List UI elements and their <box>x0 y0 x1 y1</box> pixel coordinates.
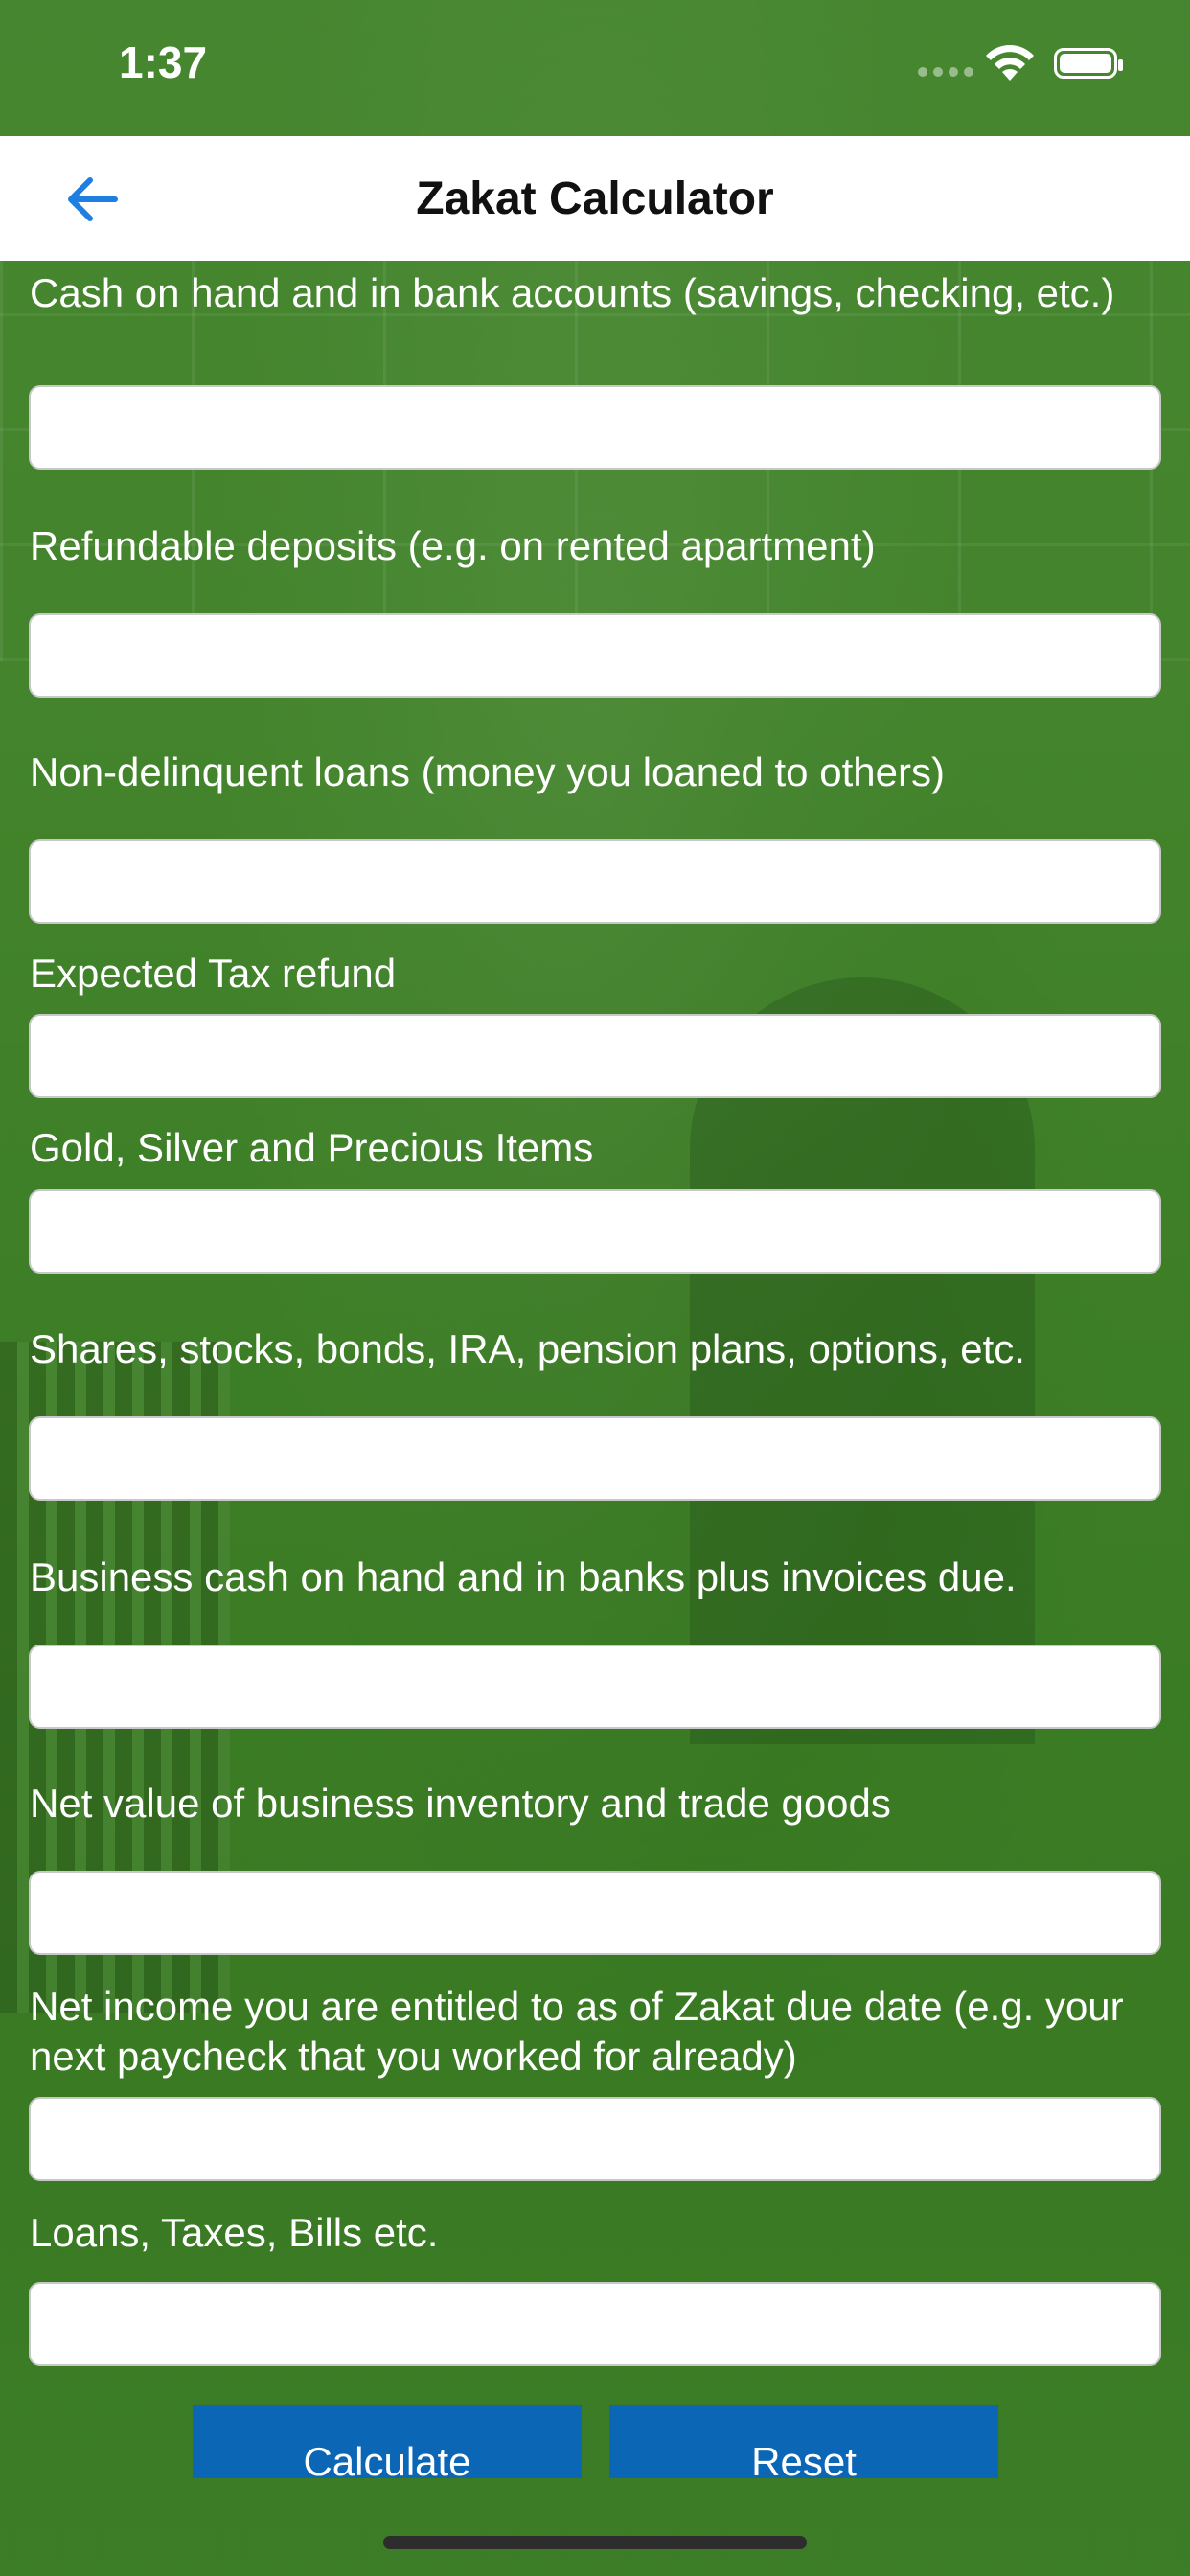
label-non-delinquent-loans: Non-delinquent loans (money you loaned t… <box>30 749 945 794</box>
cellular-signal-icon <box>918 67 973 77</box>
status-time: 1:37 <box>119 37 208 87</box>
label-business-inventory: Net value of business inventory and trad… <box>30 1781 891 1826</box>
label-net-income: Net income you are entitled to as of Zak… <box>30 1984 1124 2079</box>
label-shares-stocks: Shares, stocks, bonds, IRA, pension plan… <box>30 1326 1025 1371</box>
non-delinquent-loans-input[interactable] <box>29 840 1161 924</box>
label-loans-taxes-bills: Loans, Taxes, Bills etc. <box>30 2210 439 2255</box>
business-cash-input[interactable] <box>29 1644 1161 1729</box>
calculate-button[interactable]: Calculate <box>193 2405 582 2478</box>
label-business-cash: Business cash on hand and in banks plus … <box>30 1554 1017 1599</box>
shares-stocks-input[interactable] <box>29 1416 1161 1501</box>
business-inventory-input[interactable] <box>29 1871 1161 1955</box>
reset-button[interactable]: Reset <box>609 2405 998 2478</box>
label-gold-silver: Gold, Silver and Precious Items <box>30 1125 594 1170</box>
status-bar: 1:37 <box>0 0 1190 134</box>
refundable-deposits-input[interactable] <box>29 613 1161 698</box>
navigation-bar: Zakat Calculator <box>0 136 1190 261</box>
label-refundable-deposits: Refundable deposits (e.g. on rented apar… <box>30 523 876 568</box>
battery-icon <box>1054 48 1123 79</box>
page-title: Zakat Calculator <box>416 173 774 224</box>
gold-silver-input[interactable] <box>29 1189 1161 1274</box>
loans-taxes-bills-input[interactable] <box>29 2282 1161 2366</box>
cash-on-hand-input[interactable] <box>29 385 1161 470</box>
wifi-icon <box>986 45 1034 80</box>
net-income-input[interactable] <box>29 2097 1161 2181</box>
expected-tax-refund-input[interactable] <box>29 1014 1161 1098</box>
label-expected-tax-refund: Expected Tax refund <box>30 951 397 996</box>
label-cash-on-hand: Cash on hand and in bank accounts (savin… <box>30 270 1115 315</box>
home-indicator[interactable] <box>383 2536 807 2549</box>
